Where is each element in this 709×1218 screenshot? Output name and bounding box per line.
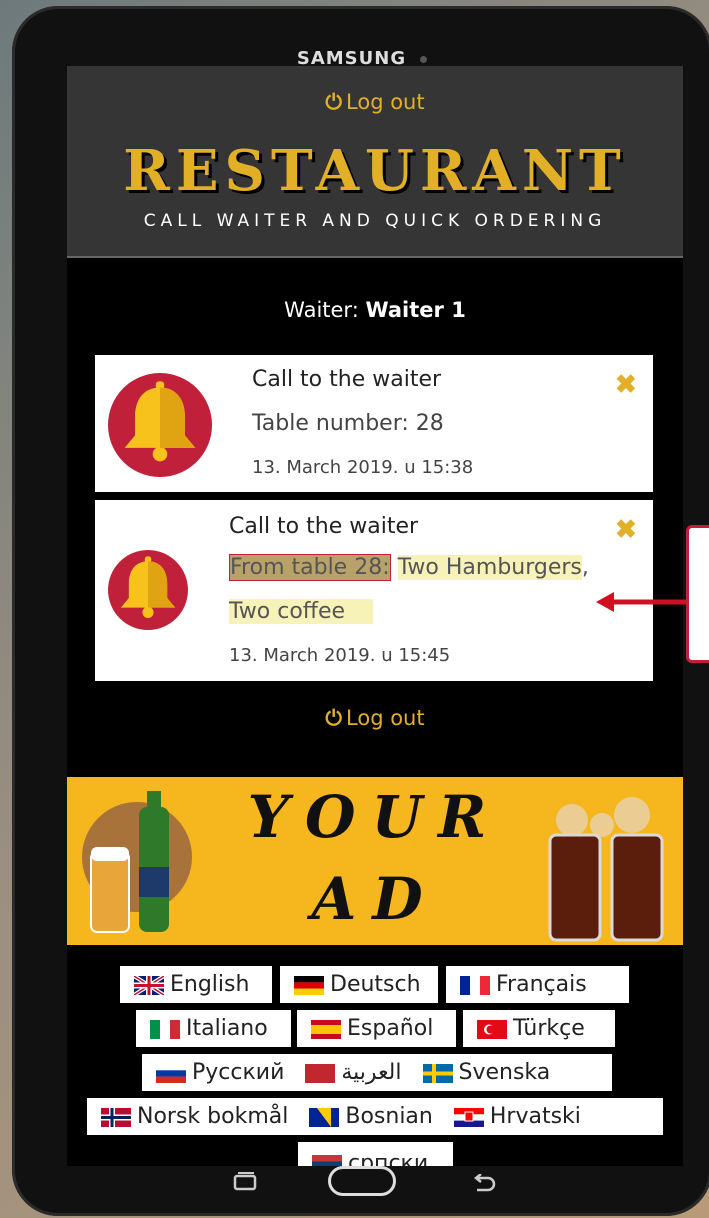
order-item: Two coffee: [229, 599, 374, 624]
language-hrvatski[interactable]: Hrvatski: [440, 1104, 581, 1129]
restaurant-subtitle: CALL WAITER AND QUICK ORDERING: [143, 211, 607, 231]
language-bosnian[interactable]: Bosnian: [295, 1104, 433, 1129]
language-turkce[interactable]: Türkçe: [463, 1010, 615, 1047]
notification-time: 13. March 2019. u 15:45: [229, 645, 451, 666]
spain-flag-icon: [311, 1019, 341, 1039]
language-arabic[interactable]: العربية: [291, 1060, 402, 1085]
notification-title: Call to the waiter: [252, 367, 442, 392]
germany-flag-icon: [294, 975, 324, 995]
ad-banner[interactable]: YOUR AD: [67, 777, 683, 945]
russia-flag-icon: [156, 1063, 186, 1083]
waiter-name: Waiter 1: [365, 298, 466, 322]
notification-card: Call to the waiter From table 28: Two Ha…: [95, 500, 653, 681]
notification-time: 13. March 2019. u 15:38: [252, 457, 474, 478]
serbia-flag-icon: [312, 1154, 342, 1166]
app-header: ⏻ Log out RESTAURANT CALL WAITER AND QUIC…: [67, 66, 683, 258]
language-italiano[interactable]: Italiano: [136, 1010, 291, 1047]
notification-title: Call to the waiter: [229, 514, 419, 539]
language-serbian[interactable]: српски: [298, 1142, 453, 1166]
bell-icon: [108, 550, 188, 630]
morocco-flag-icon: [305, 1063, 336, 1083]
camera-icon: [420, 55, 428, 63]
bosnia-flag-icon: [309, 1107, 340, 1127]
notification-card: Call to the waiter Table number: 28 13. …: [95, 355, 653, 492]
language-english[interactable]: English: [120, 966, 272, 1003]
close-icon[interactable]: ✖: [615, 369, 637, 400]
sweden-flag-icon: [422, 1063, 453, 1083]
language-espanol[interactable]: Español: [297, 1010, 456, 1047]
language-russian[interactable]: Русский: [142, 1060, 284, 1085]
bell-icon: [108, 373, 212, 477]
app-screen: ⏻ Log out RESTAURANT CALL WAITER AND QUIC…: [67, 66, 683, 1166]
turkey-flag-icon: [477, 1019, 507, 1039]
close-icon[interactable]: ✖: [615, 514, 637, 545]
order-item: Two Hamburgers: [397, 555, 582, 580]
language-row-4: Norsk bokmål Bosnian Hrvatski: [87, 1098, 663, 1135]
waiter-label: Waiter: Waiter 1: [284, 298, 466, 322]
home-button[interactable]: [328, 1166, 396, 1196]
power-icon: ⏻: [325, 90, 343, 114]
ad-text-line1: YOUR: [247, 783, 503, 851]
header-logout-link[interactable]: ⏻ Log out: [67, 90, 683, 115]
france-flag-icon: [460, 975, 490, 995]
uk-flag-icon: [134, 975, 164, 995]
arrow-left-icon: [596, 592, 686, 612]
ad-text-line2: AD: [311, 865, 439, 933]
language-francais[interactable]: Français: [446, 966, 629, 1003]
annotation-callout: [686, 525, 709, 663]
order-table-prefix: From table 28:: [229, 554, 391, 581]
language-svenska[interactable]: Svenska: [409, 1060, 550, 1085]
language-deutsch[interactable]: Deutsch: [280, 966, 438, 1003]
italy-flag-icon: [150, 1019, 180, 1039]
back-icon[interactable]: [472, 1174, 498, 1194]
order-details: From table 28: Two Hamburgers, Two coffee: [229, 554, 589, 624]
notification-table: Table number: 28: [252, 411, 444, 436]
footer-logout-link[interactable]: ⏻ Log out: [67, 706, 683, 731]
norway-flag-icon: [101, 1107, 131, 1127]
language-row-3: Русский العربية Svenska: [142, 1054, 612, 1091]
power-icon: ⏻: [325, 706, 343, 730]
croatia-flag-icon: [453, 1107, 484, 1127]
restaurant-title: RESTAURANT: [123, 138, 627, 204]
recent-apps-icon[interactable]: [232, 1171, 260, 1193]
language-norsk[interactable]: Norsk bokmål: [87, 1104, 288, 1129]
